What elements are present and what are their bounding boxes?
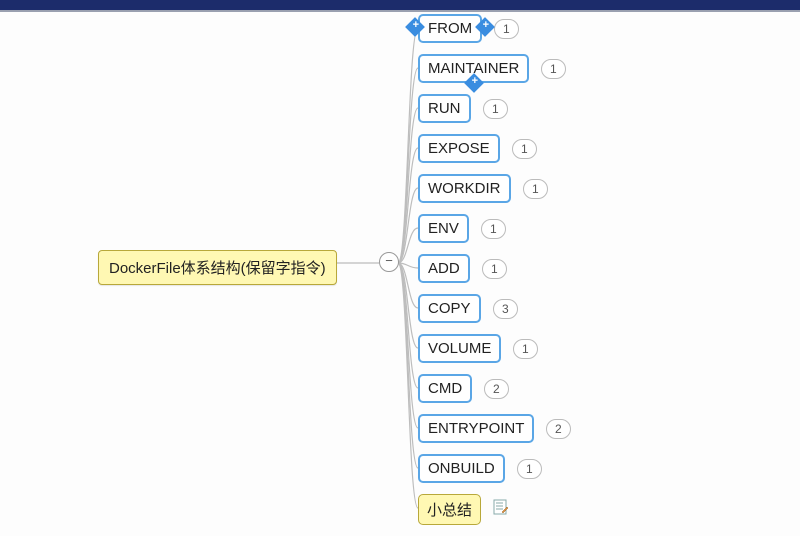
child-node-label: 小总结: [427, 502, 472, 519]
child-node[interactable]: WORKDIR: [418, 174, 511, 203]
count-badge-value: 1: [532, 182, 539, 196]
child-node-label: CMD: [428, 380, 462, 397]
child-node-label: VOLUME: [428, 340, 491, 357]
mindmap-canvas: DockerFile体系结构(保留字指令) − FROM1MAINTAINER1…: [0, 12, 800, 536]
count-badge-value: 1: [521, 142, 528, 156]
count-badge-value: 1: [492, 102, 499, 116]
count-badge: 1: [513, 339, 538, 359]
child-node-label: ONBUILD: [428, 460, 495, 477]
child-node[interactable]: COPY: [418, 294, 481, 323]
count-badge-value: 1: [550, 62, 557, 76]
count-badge: 1: [494, 19, 519, 39]
count-badge: 2: [546, 419, 571, 439]
child-node-label: EXPOSE: [428, 140, 490, 157]
child-node-label: ENTRYPOINT: [428, 420, 524, 437]
root-node-label: DockerFile体系结构(保留字指令): [109, 260, 326, 277]
count-badge-value: 2: [555, 422, 562, 436]
count-badge: 1: [483, 99, 508, 119]
count-badge-value: 2: [493, 382, 500, 396]
count-badge-value: 1: [491, 262, 498, 276]
edit-icon[interactable]: [493, 499, 509, 515]
child-node[interactable]: ADD: [418, 254, 470, 283]
count-badge-value: 1: [526, 462, 533, 476]
count-badge: 3: [493, 299, 518, 319]
window-title-bar: [0, 0, 800, 12]
count-badge-value: 1: [490, 222, 497, 236]
child-node[interactable]: ENV: [418, 214, 469, 243]
child-node[interactable]: ENTRYPOINT: [418, 414, 534, 443]
child-node[interactable]: CMD: [418, 374, 472, 403]
count-badge: 1: [481, 219, 506, 239]
child-node[interactable]: FROM: [418, 14, 482, 43]
child-node-label: COPY: [428, 300, 471, 317]
child-node[interactable]: VOLUME: [418, 334, 501, 363]
count-badge: 1: [541, 59, 566, 79]
child-node-label: WORKDIR: [428, 180, 501, 197]
count-badge: 1: [482, 259, 507, 279]
child-node[interactable]: ONBUILD: [418, 454, 505, 483]
count-badge-value: 3: [502, 302, 509, 316]
collapse-toggle[interactable]: −: [379, 252, 399, 272]
count-badge: 2: [484, 379, 509, 399]
count-badge-value: 1: [503, 22, 510, 36]
child-node[interactable]: RUN: [418, 94, 471, 123]
root-node[interactable]: DockerFile体系结构(保留字指令): [98, 250, 337, 285]
child-node-label: ENV: [428, 220, 459, 237]
count-badge: 1: [523, 179, 548, 199]
child-node[interactable]: 小总结: [418, 494, 481, 525]
child-node-label: ADD: [428, 260, 460, 277]
collapse-symbol: −: [385, 253, 393, 268]
child-node[interactable]: EXPOSE: [418, 134, 500, 163]
child-node-label: RUN: [428, 100, 461, 117]
child-node-label: FROM: [428, 20, 472, 37]
count-badge: 1: [512, 139, 537, 159]
count-badge: 1: [517, 459, 542, 479]
count-badge-value: 1: [522, 342, 529, 356]
